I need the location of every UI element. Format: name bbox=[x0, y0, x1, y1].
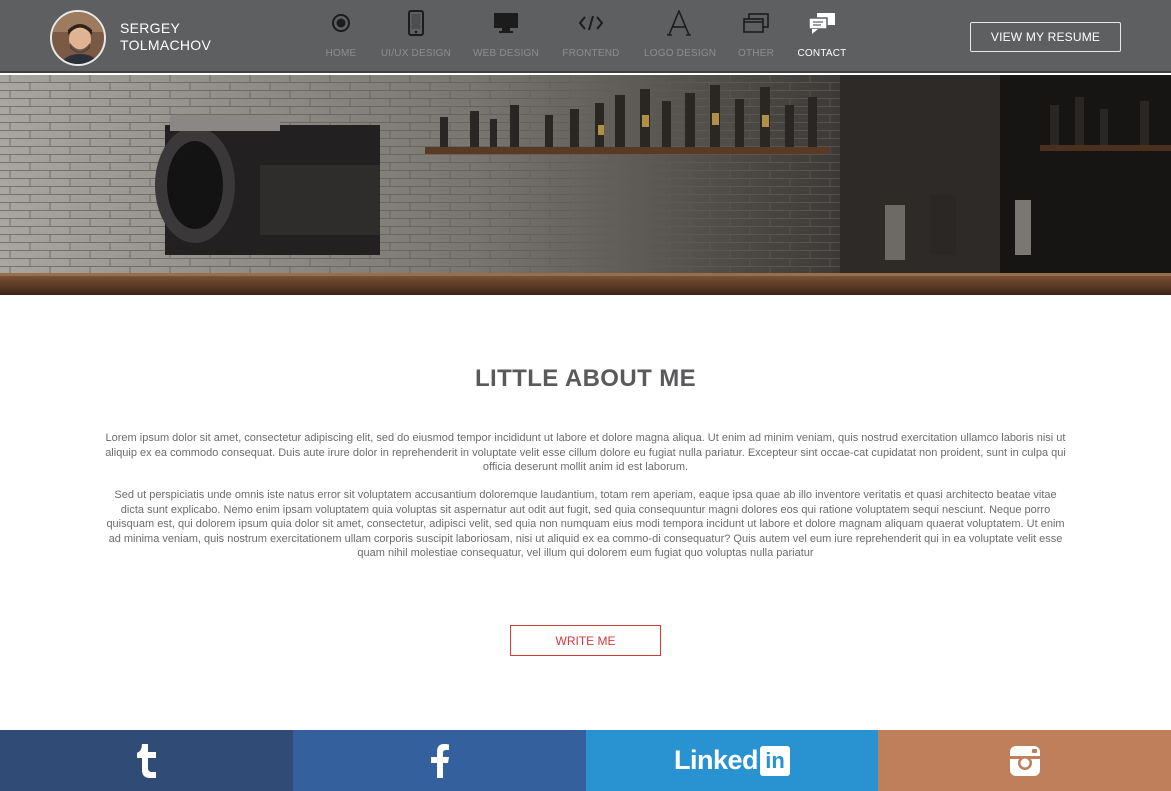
mobile-phone-icon bbox=[408, 10, 424, 36]
nav-label: CONTACT bbox=[797, 48, 847, 59]
nav-label: OTHER bbox=[738, 48, 774, 59]
facebook-icon bbox=[430, 743, 449, 778]
nav-label: WEB DESIGN bbox=[473, 48, 539, 59]
about-title: LITTLE ABOUT ME bbox=[474, 365, 697, 392]
bar-photo bbox=[0, 75, 1171, 295]
view-resume-button[interactable]: VIEW MY RESUME bbox=[970, 22, 1121, 52]
code-icon bbox=[578, 15, 604, 31]
facebook-link[interactable] bbox=[293, 730, 586, 791]
avatar[interactable] bbox=[50, 10, 106, 66]
target-icon bbox=[332, 14, 350, 32]
about-paragraph-2: Sed ut perspiciatis unde omnis iste natu… bbox=[106, 489, 1065, 559]
linkedin-icon: in bbox=[760, 745, 790, 776]
linkedin-link[interactable]: Linked in bbox=[586, 730, 878, 791]
windows-stack-icon bbox=[743, 13, 769, 33]
owner-last-name: TOLMACHOV bbox=[120, 37, 212, 53]
monitor-icon bbox=[494, 13, 518, 33]
chat-bubbles-icon bbox=[808, 13, 835, 34]
instagram-icon bbox=[1009, 745, 1040, 776]
linkedin-wordmark: Linked bbox=[673, 745, 759, 775]
nav-item-logo-design[interactable]: LOGO DESIGN bbox=[644, 8, 717, 59]
nav-item-home[interactable]: HOME bbox=[318, 8, 364, 59]
avatar-photo bbox=[52, 12, 104, 64]
nav-item-other[interactable]: OTHER bbox=[736, 8, 776, 59]
letter-a-icon bbox=[667, 10, 691, 36]
instagram-link[interactable] bbox=[878, 730, 1171, 791]
top-header: SERGEY TOLMACHOV HOME UI/UX DESIGN WEB D… bbox=[0, 0, 1171, 73]
nav-label: FRONTEND bbox=[562, 48, 620, 59]
write-me-button[interactable]: WRITE ME bbox=[510, 625, 661, 656]
nav-label: HOME bbox=[325, 48, 357, 59]
nav-item-ui-ux-design[interactable]: UI/UX DESIGN bbox=[380, 8, 452, 59]
nav-item-web-design[interactable]: WEB DESIGN bbox=[473, 8, 539, 59]
owner-name: SERGEY TOLMACHOV bbox=[120, 20, 211, 54]
nav-label: UI/UX DESIGN bbox=[380, 48, 452, 59]
nav-item-frontend[interactable]: FRONTEND bbox=[562, 8, 620, 59]
tumblr-link[interactable] bbox=[0, 730, 293, 791]
tumblr-icon bbox=[136, 743, 156, 778]
owner-first-name: SERGEY bbox=[120, 20, 181, 36]
about-paragraph-1: Lorem ipsum dolor sit amet, consectetur … bbox=[105, 432, 1066, 473]
social-links-bar: Linked in bbox=[0, 730, 1171, 791]
nav-item-contact[interactable]: CONTACT bbox=[797, 8, 847, 59]
nav-label: LOGO DESIGN bbox=[644, 48, 717, 59]
hero-banner-image bbox=[0, 75, 1171, 295]
